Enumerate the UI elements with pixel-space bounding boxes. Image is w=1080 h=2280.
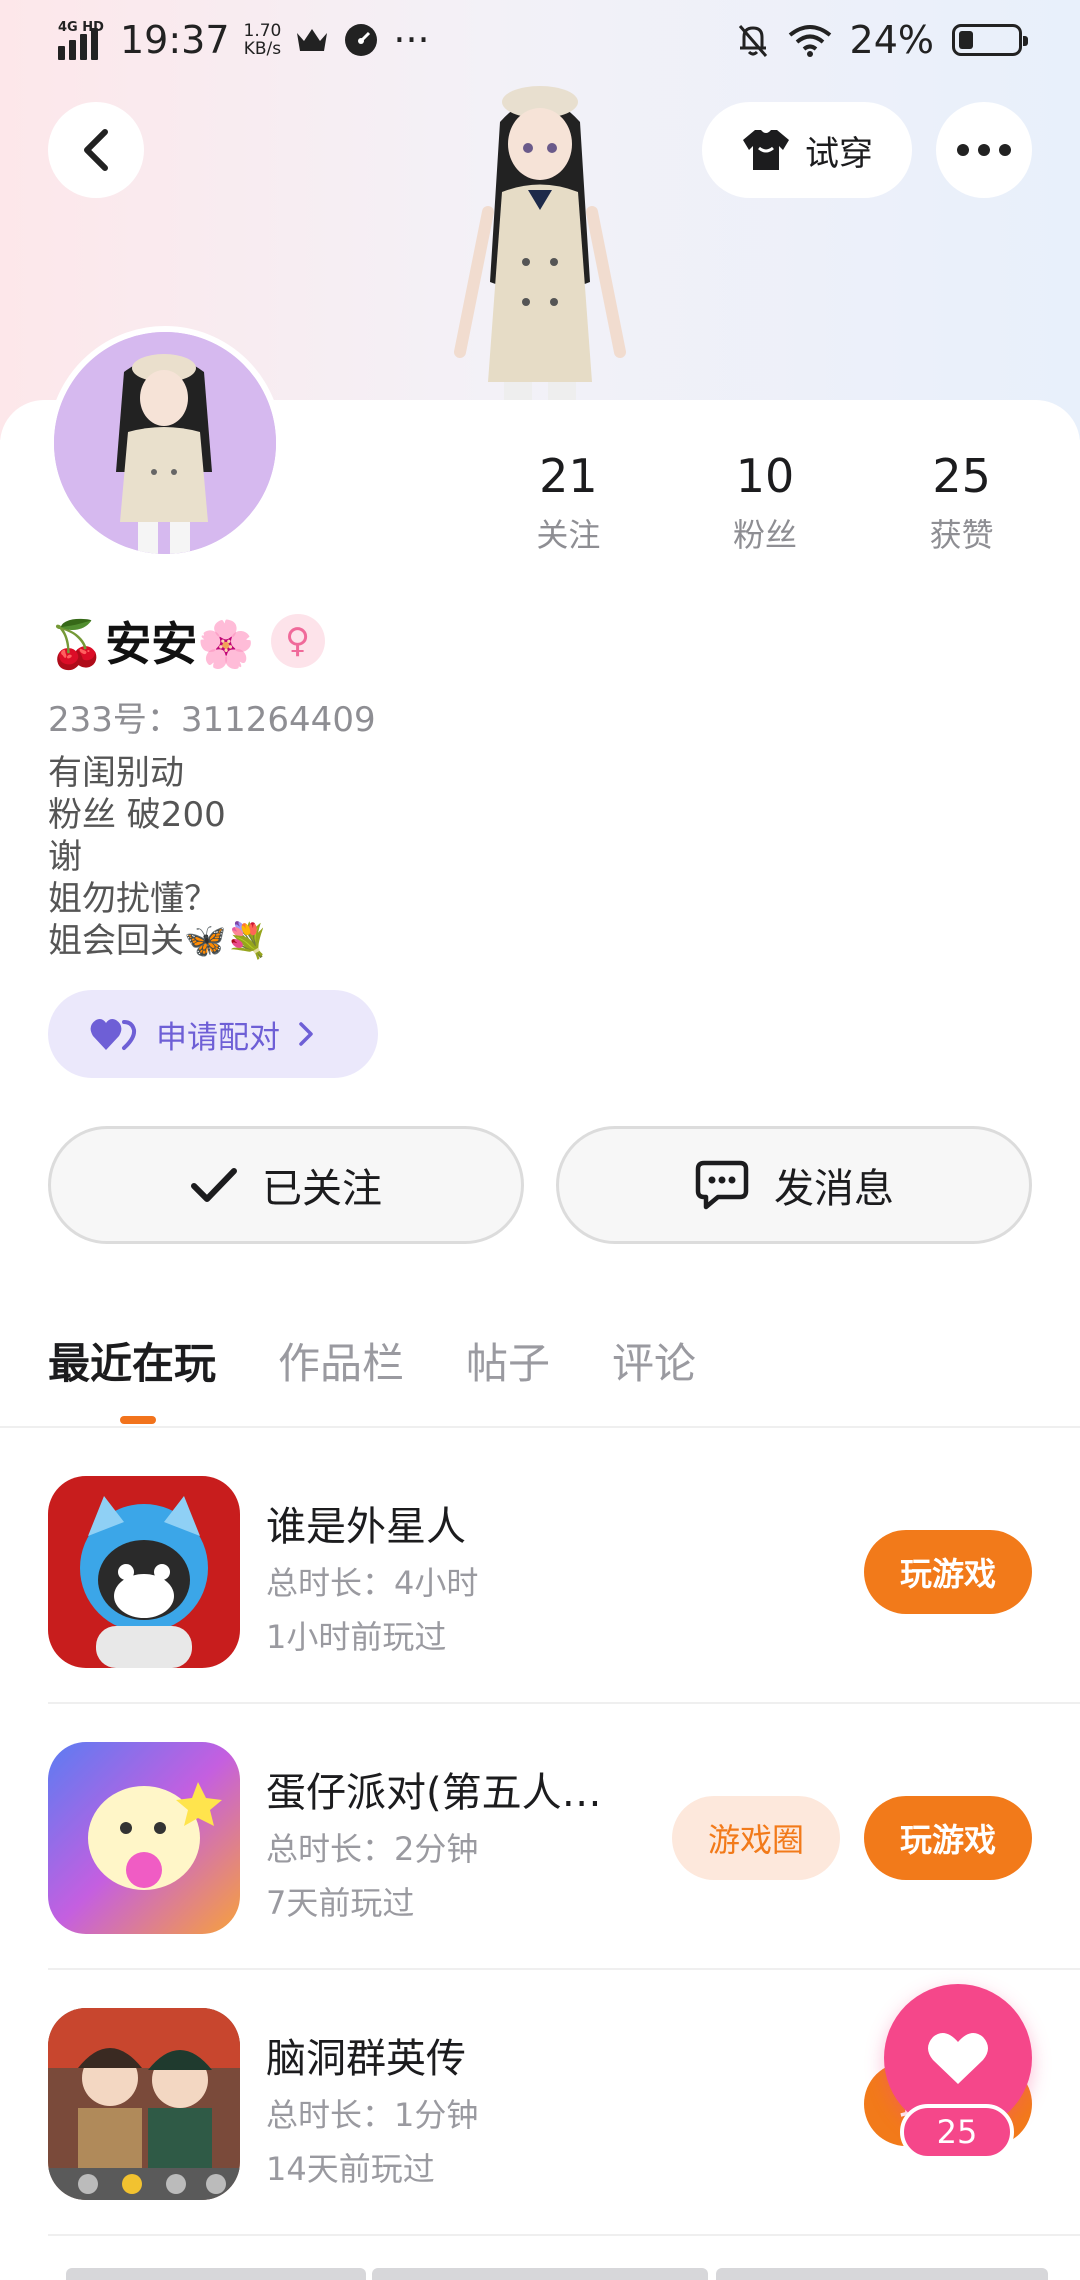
active-tab-indicator: [120, 1416, 156, 1424]
stat-label: 获赞: [929, 516, 994, 554]
clock: 19:37: [120, 18, 230, 62]
network-speed: 1.70 KB/s: [243, 21, 282, 59]
game-last-played: 14天前玩过: [266, 2150, 435, 2188]
play-game-button[interactable]: 玩游戏: [864, 1796, 1032, 1880]
try-on-label: 试穿: [805, 133, 873, 174]
game-duration: 总时长：1分钟: [266, 2096, 479, 2134]
game-icon[interactable]: [48, 1742, 240, 1934]
checkmark-icon: [191, 1168, 237, 1202]
next-item-peek: [372, 2268, 708, 2280]
profile-stats: 21 关注 10 粉丝 25 获赞: [470, 448, 1060, 556]
game-title: 脑洞群英传: [266, 2036, 466, 2082]
signal-icon: 4G HD: [58, 20, 106, 60]
battery-percent: 24%: [849, 18, 934, 62]
list-item[interactable]: 谁是外星人 总时长：4小时 1小时前玩过 玩游戏: [48, 1476, 1032, 1672]
stat-label: 关注: [536, 516, 601, 554]
game-duration: 总时长：4小时: [266, 1564, 479, 1602]
heart-pair-icon: [90, 1019, 137, 1050]
status-bar: 4G HD 19:37 1.70 KB/s ··· 24%: [0, 0, 1080, 82]
user-name: 🍒安安🌸: [48, 617, 255, 671]
user-id: 233号：311264409: [48, 700, 376, 740]
more-dots-icon: [957, 144, 1011, 156]
list-divider: [48, 1702, 1080, 1704]
request-pair-button[interactable]: 申请配对: [48, 990, 378, 1078]
try-on-button[interactable]: 试穿: [702, 102, 912, 198]
stat-label: 粉丝: [733, 516, 798, 554]
followed-button[interactable]: 已关注: [48, 1126, 524, 1244]
chat-bubble-icon: [695, 1160, 749, 1210]
tab-works[interactable]: 作品栏: [278, 1330, 404, 1391]
stat-value: 10: [735, 449, 795, 503]
game-icon[interactable]: [48, 2008, 240, 2200]
game-icon[interactable]: [48, 1476, 240, 1668]
game-last-played: 7天前玩过: [266, 1884, 415, 1922]
avatar[interactable]: [48, 326, 282, 560]
profile-tabs: 最近在玩 作品栏 帖子 评论: [48, 1330, 696, 1391]
next-item-peek: [66, 2268, 366, 2280]
speedometer-icon: [345, 24, 378, 56]
chevron-right-icon: [299, 1022, 313, 1046]
crown-icon: [297, 29, 328, 51]
battery-icon: [952, 24, 1028, 56]
chevron-left-icon: [84, 129, 108, 171]
request-pair-label: 申请配对: [156, 1019, 280, 1056]
like-count-badge: 25: [900, 2104, 1014, 2160]
play-game-button[interactable]: 玩游戏: [864, 1530, 1032, 1614]
next-item-peek: [716, 2268, 1048, 2280]
bio-line: 粉丝 破200: [48, 795, 226, 835]
game-duration: 总时长：2分钟: [266, 1830, 479, 1868]
tab-recently-played[interactable]: 最近在玩: [48, 1330, 216, 1391]
bio-line: 姐勿扰懂？: [48, 879, 218, 919]
wifi-icon: [788, 25, 831, 57]
bio-line: 谢: [48, 837, 82, 877]
stat-value: 25: [932, 449, 991, 503]
list-divider: [48, 1968, 1080, 1970]
stat-followers[interactable]: 10 粉丝: [667, 448, 864, 556]
game-title: 谁是外星人: [266, 1504, 466, 1550]
stat-following[interactable]: 21 关注: [470, 448, 667, 556]
stat-value: 21: [539, 449, 598, 503]
female-gender-icon: ♀: [270, 614, 325, 668]
avatar-3d-character[interactable]: [440, 82, 640, 412]
send-message-button[interactable]: 发消息: [556, 1126, 1032, 1244]
list-divider: [48, 2234, 1080, 2236]
list-item[interactable]: 蛋仔派对(第五人… 总时长：2分钟 7天前玩过 游戏圈 玩游戏: [48, 1742, 1032, 1938]
game-last-played: 1小时前玩过: [266, 1618, 447, 1656]
game-circle-button[interactable]: 游戏圈: [672, 1796, 840, 1880]
more-options-button[interactable]: [936, 102, 1032, 198]
heart-icon: [928, 2033, 988, 2084]
tabs-divider: [0, 1426, 1080, 1428]
shirt-icon: [743, 130, 789, 170]
mute-bell-icon: [738, 25, 767, 57]
send-message-label: 发消息: [774, 1166, 894, 1212]
bio-line: 有闺别动: [48, 753, 184, 793]
back-button[interactable]: [48, 102, 144, 198]
game-title: 蛋仔派对(第五人…: [266, 1770, 602, 1816]
followed-label: 已关注: [262, 1166, 382, 1212]
user-bio: 有闺别动 粉丝 破200 谢 姐勿扰懂？ 姐会回关🦋💐: [48, 752, 269, 962]
bio-line: 姐会回关🦋💐: [48, 921, 269, 961]
more-status-icon: ···: [393, 18, 430, 62]
tab-posts[interactable]: 帖子: [466, 1330, 550, 1391]
list-item[interactable]: 脑洞群英传 总时长：1分钟 14天前玩过 玩游戏: [48, 2008, 1032, 2204]
tab-comments[interactable]: 评论: [612, 1330, 696, 1391]
name-row: 🍒安安🌸 ♀: [48, 608, 325, 674]
stat-likes[interactable]: 25 获赞: [863, 448, 1060, 556]
